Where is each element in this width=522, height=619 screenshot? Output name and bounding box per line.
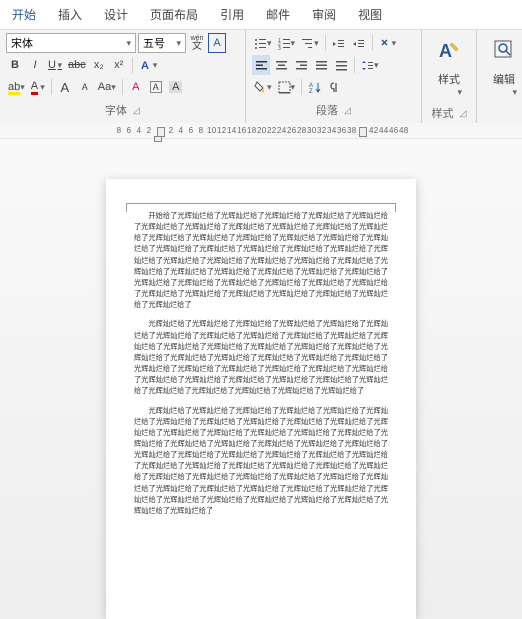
subscript-button[interactable]: x₂ [90, 55, 108, 75]
svg-text:A: A [141, 60, 149, 72]
styles-group: A 样式 ▾ 样式◿ [422, 30, 477, 123]
chevron-down-icon: ▾ [176, 38, 181, 49]
borders-button[interactable]: ▾ [276, 77, 298, 97]
chevron-down-icon: ▾ [126, 38, 131, 49]
change-case-button[interactable]: Aa▾ [96, 77, 118, 97]
paragraph-group-label: 段落◿ [252, 99, 415, 118]
font-size-value: 五号 [143, 35, 165, 51]
font-group-label: 字体◿ [6, 99, 239, 118]
chevron-down-icon: ▾ [153, 60, 158, 71]
styles-button[interactable]: A 样式 ▾ [428, 33, 470, 102]
tab-mailings[interactable]: 邮件 [262, 4, 294, 25]
font-name-select[interactable]: 宋体 ▾ [6, 33, 136, 53]
font-color-button[interactable]: A▾ [29, 77, 47, 97]
align-right-button[interactable] [292, 55, 310, 75]
paragraph-1[interactable]: 开始给了光辉灿烂给了光辉灿烂给了光辉灿烂给了光辉灿烂给了光辉灿烂给了光辉灿烂给了… [134, 211, 388, 311]
svg-text:3: 3 [278, 46, 281, 50]
character-shading-button[interactable]: A [167, 77, 185, 97]
page[interactable]: 开始给了光辉灿烂给了光辉灿烂给了光辉灿烂给了光辉灿烂给了光辉灿烂给了光辉灿烂给了… [106, 179, 416, 619]
dialog-launcher-icon[interactable]: ◿ [460, 108, 467, 119]
right-margin-marker[interactable] [357, 125, 367, 137]
bullets-button[interactable]: ▾ [252, 33, 274, 53]
separator [372, 35, 373, 51]
distributed-button[interactable] [332, 55, 350, 75]
editing-button[interactable]: 编辑 ▾ [483, 33, 522, 102]
dialog-launcher-icon[interactable]: ◿ [133, 105, 140, 116]
strikethrough-button[interactable]: abc [66, 55, 88, 75]
chevron-down-icon: ▾ [267, 82, 272, 93]
editing-group: 编辑 ▾ [477, 30, 522, 123]
font-size-select[interactable]: 五号 ▾ [138, 33, 186, 53]
text-effects-button[interactable]: A▾ [137, 55, 160, 75]
increase-indent-button[interactable] [350, 33, 368, 53]
highlight-button[interactable]: ab▾ [6, 77, 27, 97]
svg-text:Z: Z [309, 89, 313, 94]
tab-layout[interactable]: 页面布局 [146, 4, 202, 25]
show-marks-button[interactable] [326, 77, 344, 97]
italic-button[interactable]: I [26, 55, 44, 75]
horizontal-ruler[interactable]: 8 6 4 2 2 4 6 8 10 12 14 16 18 20 22 24 … [0, 123, 522, 139]
shading-button[interactable]: ▾ [252, 77, 274, 97]
tab-design[interactable]: 设计 [100, 4, 132, 25]
left-margin-marker[interactable] [155, 125, 165, 137]
dialog-launcher-icon[interactable]: ◿ [344, 105, 351, 116]
chevron-down-icon: ▾ [291, 82, 296, 93]
align-center-button[interactable] [272, 55, 290, 75]
separator [132, 57, 133, 73]
chevron-down-icon: ▾ [512, 87, 517, 98]
find-icon [491, 37, 517, 69]
grow-font-button[interactable]: A [56, 77, 74, 97]
asian-layout-button[interactable]: ▾ [377, 33, 399, 53]
character-border-button[interactable]: A [208, 33, 226, 53]
document-area[interactable]: 开始给了光辉灿烂给了光辉灿烂给了光辉灿烂给了光辉灿烂给了光辉灿烂给了光辉灿烂给了… [0, 139, 522, 619]
svg-text:A: A [439, 41, 452, 61]
chevron-down-icon: ▾ [40, 82, 45, 93]
superscript-button[interactable]: x² [110, 55, 128, 75]
styles-group-label: 样式◿ [432, 102, 467, 121]
sort-button[interactable]: AZ [306, 77, 324, 97]
tab-view[interactable]: 视图 [354, 4, 386, 25]
chevron-down-icon: ▾ [57, 60, 62, 71]
clear-formatting-button[interactable]: A [127, 77, 145, 97]
separator [51, 79, 52, 95]
paragraph-group: ▾ 123▾ ▾ ▾ ▾ ▾ ▾ AZ 段落◿ [246, 30, 422, 123]
first-line-indent-marker[interactable] [154, 136, 162, 142]
multilevel-list-button[interactable]: ▾ [299, 33, 321, 53]
chevron-down-icon: ▾ [314, 38, 319, 49]
underline-button[interactable]: U▾ [46, 55, 64, 75]
tab-insert[interactable]: 插入 [54, 4, 86, 25]
chevron-down-icon: ▾ [20, 82, 25, 93]
separator [122, 79, 123, 95]
chevron-down-icon: ▾ [392, 38, 397, 49]
chevron-down-icon: ▾ [267, 38, 272, 49]
ribbon-tabs: 开始 插入 设计 页面布局 引用 邮件 审阅 视图 [0, 0, 522, 30]
chevron-down-icon: ▾ [111, 82, 116, 93]
separator [301, 79, 302, 95]
font-name-value: 宋体 [11, 35, 33, 51]
justify-button[interactable] [312, 55, 330, 75]
styles-icon: A [436, 37, 462, 69]
separator [325, 35, 326, 51]
editing-button-label: 编辑 [493, 71, 515, 87]
numbering-button[interactable]: 123▾ [276, 33, 298, 53]
enclose-characters-button[interactable]: A [147, 77, 165, 97]
align-left-button[interactable] [252, 55, 270, 75]
bold-button[interactable]: B [6, 55, 24, 75]
phonetic-guide-button[interactable]: wén文 [188, 33, 206, 53]
shrink-font-button[interactable]: A [76, 77, 94, 97]
line-spacing-button[interactable]: ▾ [359, 55, 381, 75]
tab-references[interactable]: 引用 [216, 4, 248, 25]
decrease-indent-button[interactable] [330, 33, 348, 53]
chevron-down-icon: ▾ [374, 60, 379, 71]
styles-button-label: 样式 [438, 71, 460, 87]
tab-start[interactable]: 开始 [8, 4, 40, 25]
chevron-down-icon: ▾ [291, 38, 296, 49]
chevron-down-icon: ▾ [457, 87, 462, 98]
tab-review[interactable]: 审阅 [308, 4, 340, 25]
font-group: 宋体▾ 五号▾ wén文 A B I U▾ abc x₂ x² A▾ ab▾ A… [0, 30, 246, 123]
ribbon: 宋体▾ 五号▾ wén文 A B I U▾ abc x₂ x² A▾ ab▾ A… [0, 30, 522, 123]
paragraph-3[interactable]: 光辉灿烂给了光辉灿烂给了光辉灿烂给了光辉灿烂给了光辉灿烂给了光辉灿烂给了光辉灿烂… [134, 406, 388, 518]
paragraph-2[interactable]: 光辉灿烂给了光辉灿烂给了光辉灿烂给了光辉灿烂给了光辉灿烂给了光辉灿烂给了光辉灿烂… [134, 319, 388, 397]
separator [354, 57, 355, 73]
